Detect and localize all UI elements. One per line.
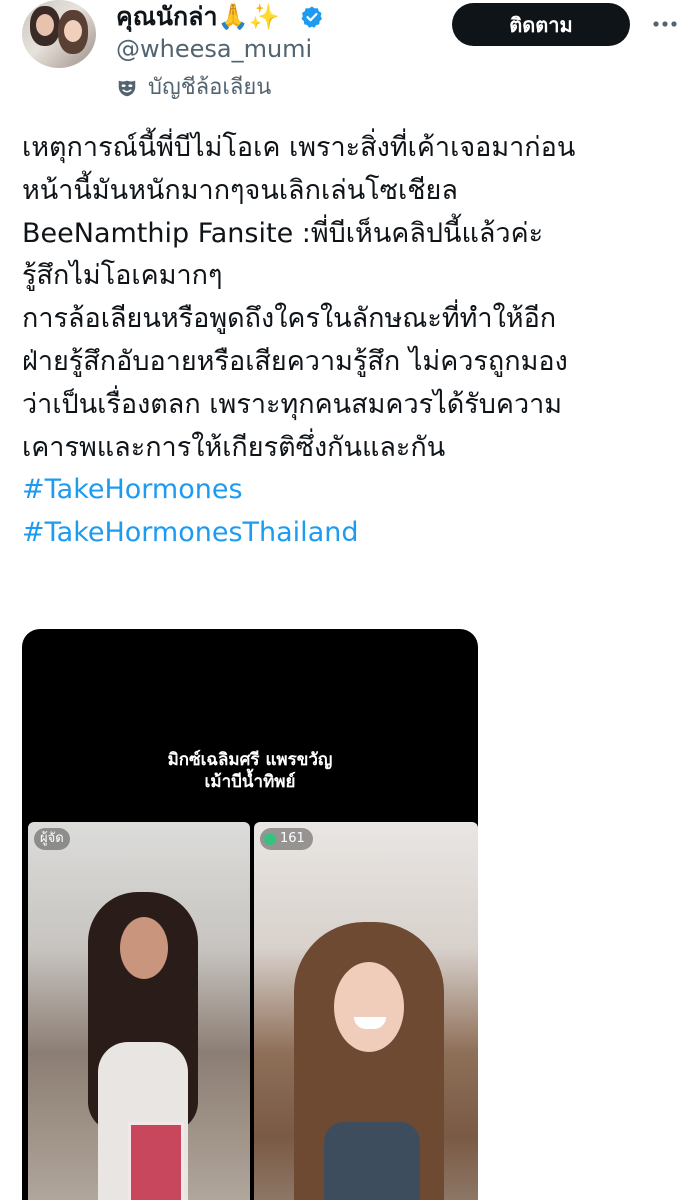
tweet-text-line: เคารพและการให้เกียรติซึ่งกันและกัน [22,431,446,463]
tweet-text-line: เหตุการณ์นี้พี่บีไม่โอเค เพราะสิ่งที่เค้… [22,132,576,163]
tweet-header: คุณนักล่า🙏✨ @wheesa_mumi บัญชีล้อเลียน ต… [0,0,695,110]
follow-button[interactable]: ติดตาม [452,3,630,46]
user-handle[interactable]: @wheesa_mumi [116,35,312,63]
display-name-text: คุณนักล่า [116,2,218,31]
viewer-count: 161 [280,831,305,846]
verified-badge-icon [301,6,322,28]
video-panel-right: 161 [254,822,478,1200]
hashtag-link[interactable]: #TakeHormonesThailand [22,512,682,555]
display-name[interactable]: คุณนักล่า🙏✨ [116,2,280,32]
live-dot-icon [264,833,276,845]
tweet-text-line: ฝ่ายรู้สึกอับอายหรือเสียความรู้สึก ไม่คว… [22,345,568,377]
viewer-count-badge: 161 [260,828,313,850]
display-name-emoji: 🙏✨ [217,2,280,31]
more-options-icon[interactable] [652,14,678,34]
video-caption: มิกซ์เฉลิมศรี แพรขวัญ เม้าบีน้ำทิพย์ [22,749,478,793]
tweet-text-line: รู้สึกไม่โอเคมากๆ [22,260,223,292]
video-panel-left: ผู้จัด [28,822,250,1200]
mask-icon [118,80,136,97]
video-caption-line: มิกซ์เฉลิมศรี แพรขวัญ [167,750,333,770]
hashtag-link[interactable]: #TakeHormones [22,469,682,512]
avatar[interactable] [22,0,96,68]
host-badge: ผู้จัด [34,828,70,850]
tweet-text-line: หน้านี้มันหนักมากๆจนเลิกเล่นโซเชียล [22,174,458,206]
parody-account-label: บัญชีล้อเลียน [116,73,271,103]
tweet-body: เหตุการณ์นี้พี่บีไม่โอเค เพราะสิ่งที่เค้… [22,127,682,555]
tweet-media-video[interactable]: มิกซ์เฉลิมศรี แพรขวัญ เม้าบีน้ำทิพย์ ผู้… [22,629,478,1200]
tweet-text-line: BeeNamthip Fansite :พี่บีเห็นคลิปนี้แล้ว… [22,217,544,249]
parody-label-text: บัญชีล้อเลียน [148,75,272,100]
video-caption-line: เม้าบีน้ำทิพย์ [204,772,296,792]
tweet-text-line: ว่าเป็นเรื่องตลก เพราะทุกคนสมควรได้รับคว… [22,388,563,420]
tweet-text-line: การล้อเลียนหรือพูดถึงใครในลักษณะที่ทำให้… [22,303,557,335]
